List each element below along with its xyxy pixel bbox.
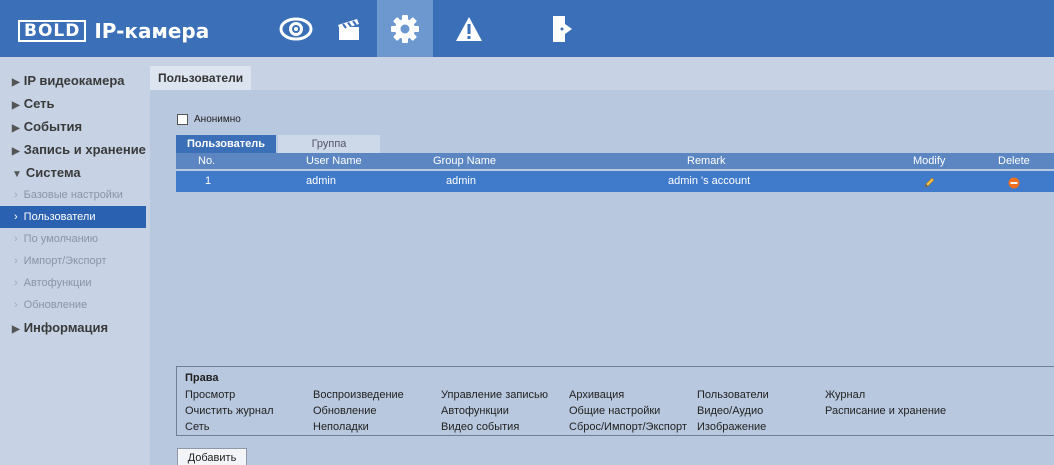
- permission-item: Сеть: [185, 421, 210, 433]
- sidebar-item-label: Запись и хранение: [23, 142, 146, 157]
- arrow-right-icon: ▶: [12, 77, 20, 88]
- sidebar-item-label: Система: [25, 165, 81, 180]
- permission-item: Управление записью: [441, 389, 548, 401]
- sidebar-item-label: Информация: [23, 320, 109, 335]
- sidebar-item-network[interactable]: ▶ Сеть: [0, 92, 150, 115]
- sidebar-subitem-auto-functions[interactable]: › Автофункции: [0, 272, 150, 294]
- arrow-right-icon: ▶: [12, 324, 20, 335]
- subtab-user[interactable]: Пользователь: [176, 135, 276, 153]
- exit-icon: [553, 15, 572, 42]
- chevron-right-icon: ›: [14, 233, 18, 245]
- sidebar-item-label: IP видеокамера: [23, 73, 125, 88]
- permission-item: Расписание и хранение: [825, 405, 947, 417]
- settings-nav-button[interactable]: [377, 0, 433, 57]
- chevron-right-icon: ›: [14, 211, 18, 223]
- sidebar-subitem-import-export[interactable]: › Импорт/Экспорт: [0, 250, 150, 272]
- cell-remark: admin 's account: [668, 175, 751, 187]
- cell-user-name: admin: [306, 175, 336, 187]
- gear-icon: [391, 14, 419, 43]
- permission-item: Общие настройки: [569, 405, 661, 417]
- permission-item: Журнал: [825, 389, 866, 401]
- column-header-user-name: User Name: [306, 155, 362, 167]
- playback-nav-button[interactable]: [321, 0, 377, 57]
- sidebar-subitem-label: Базовые настройки: [23, 189, 123, 201]
- sidebar-subitem-label: Автофункции: [23, 277, 92, 289]
- column-header-modify: Modify: [913, 155, 946, 167]
- column-header-group-name: Group Name: [433, 155, 496, 167]
- chevron-right-icon: ›: [14, 189, 18, 201]
- sidebar-subitem-users[interactable]: › Пользователи: [0, 206, 146, 228]
- clapperboard-icon: [338, 18, 359, 40]
- arrow-right-icon: ▶: [12, 123, 20, 134]
- chevron-right-icon: ›: [14, 277, 18, 289]
- logout-nav-button[interactable]: [535, 0, 591, 57]
- cell-no: 1: [205, 175, 212, 187]
- anonymous-checkbox[interactable]: Анонимно: [177, 114, 241, 125]
- sidebar-item-events[interactable]: ▶ События: [0, 115, 150, 138]
- arrow-right-icon: ▶: [12, 100, 20, 111]
- table-body-empty-area: [176, 192, 1054, 354]
- eye-icon: [279, 17, 313, 40]
- chevron-right-icon: ›: [14, 255, 18, 267]
- users-content: Анонимно Пользователь Группа No. User Na…: [150, 90, 1054, 465]
- warning-icon: [456, 16, 482, 41]
- arrow-right-icon: ▶: [12, 146, 20, 157]
- sidebar-subitem-label: Обновление: [23, 299, 88, 311]
- column-header-delete: Delete: [998, 155, 1030, 167]
- sidebar-item-ip-camera[interactable]: ▶ IP видеокамера: [0, 69, 150, 92]
- sidebar-item-system[interactable]: ▼ Система: [0, 161, 150, 184]
- permission-item: Архивация: [569, 389, 625, 401]
- permission-item: Неполадки: [313, 421, 369, 433]
- sidebar-item-storage[interactable]: ▶ Запись и хранение: [0, 138, 150, 161]
- logo-title: IP-камера: [94, 19, 210, 43]
- sidebar: ▶ IP видеокамера ▶ Сеть ▶ События ▶ Запись и…: [0, 57, 150, 465]
- sidebar-subitem-label: По умолчанию: [23, 233, 99, 245]
- permission-item: Воспроизведение: [313, 389, 404, 401]
- add-user-button[interactable]: Добавить: [177, 448, 247, 465]
- sidebar-subitem-label: Импорт/Экспорт: [23, 255, 107, 267]
- table-header: No. User Name Group Name Remark Modify D…: [176, 153, 1054, 169]
- sidebar-subitem-default[interactable]: › По умолчанию: [0, 228, 150, 250]
- sidebar-subitem-label: Пользователи: [23, 211, 96, 223]
- live-view-nav-button[interactable]: [268, 0, 324, 57]
- sidebar-item-label: Сеть: [23, 96, 55, 111]
- permission-item: Обновление: [313, 405, 377, 417]
- permission-item: Просмотр: [185, 389, 236, 401]
- permission-item: Сброс/Импорт/Экспорт: [569, 421, 687, 433]
- sidebar-item-label: События: [23, 119, 83, 134]
- rights-panel: Права Просмотр Воспроизведение Управлени…: [176, 366, 1054, 436]
- sidebar-subitem-basic-settings[interactable]: › Базовые настройки: [0, 184, 150, 206]
- arrow-down-icon: ▼: [12, 169, 22, 180]
- rights-title: Права: [185, 372, 219, 384]
- subtab-group[interactable]: Группа: [278, 135, 380, 153]
- permission-item: Очистить журнал: [185, 405, 274, 417]
- permission-item: Изображение: [697, 421, 767, 433]
- chevron-right-icon: ›: [14, 299, 18, 311]
- table-row[interactable]: 1 admin admin admin 's account: [176, 171, 1054, 192]
- anonymous-label: Анонимно: [194, 114, 241, 125]
- tab-users[interactable]: Пользователи: [150, 66, 252, 90]
- checkbox-box[interactable]: [177, 114, 188, 125]
- alarm-nav-button[interactable]: [441, 0, 497, 57]
- column-header-remark: Remark: [687, 155, 726, 167]
- permission-item: Видео события: [441, 421, 520, 433]
- logo: BOLD IP-камера: [18, 19, 210, 43]
- permission-item: Автофункции: [441, 405, 509, 417]
- permission-item: Пользователи: [697, 389, 769, 401]
- logo-brand: BOLD: [18, 20, 87, 42]
- cell-group-name: admin: [446, 175, 476, 187]
- main-panel: Пользователи Анонимно Пользователь Групп…: [150, 57, 1054, 465]
- sidebar-item-information[interactable]: ▶ Информация: [0, 316, 150, 339]
- top-bar: BOLD IP-камера: [0, 0, 1054, 57]
- sidebar-subitem-update[interactable]: › Обновление: [0, 294, 150, 316]
- permission-item: Видео/Аудио: [697, 405, 764, 417]
- column-header-no: No.: [198, 155, 216, 167]
